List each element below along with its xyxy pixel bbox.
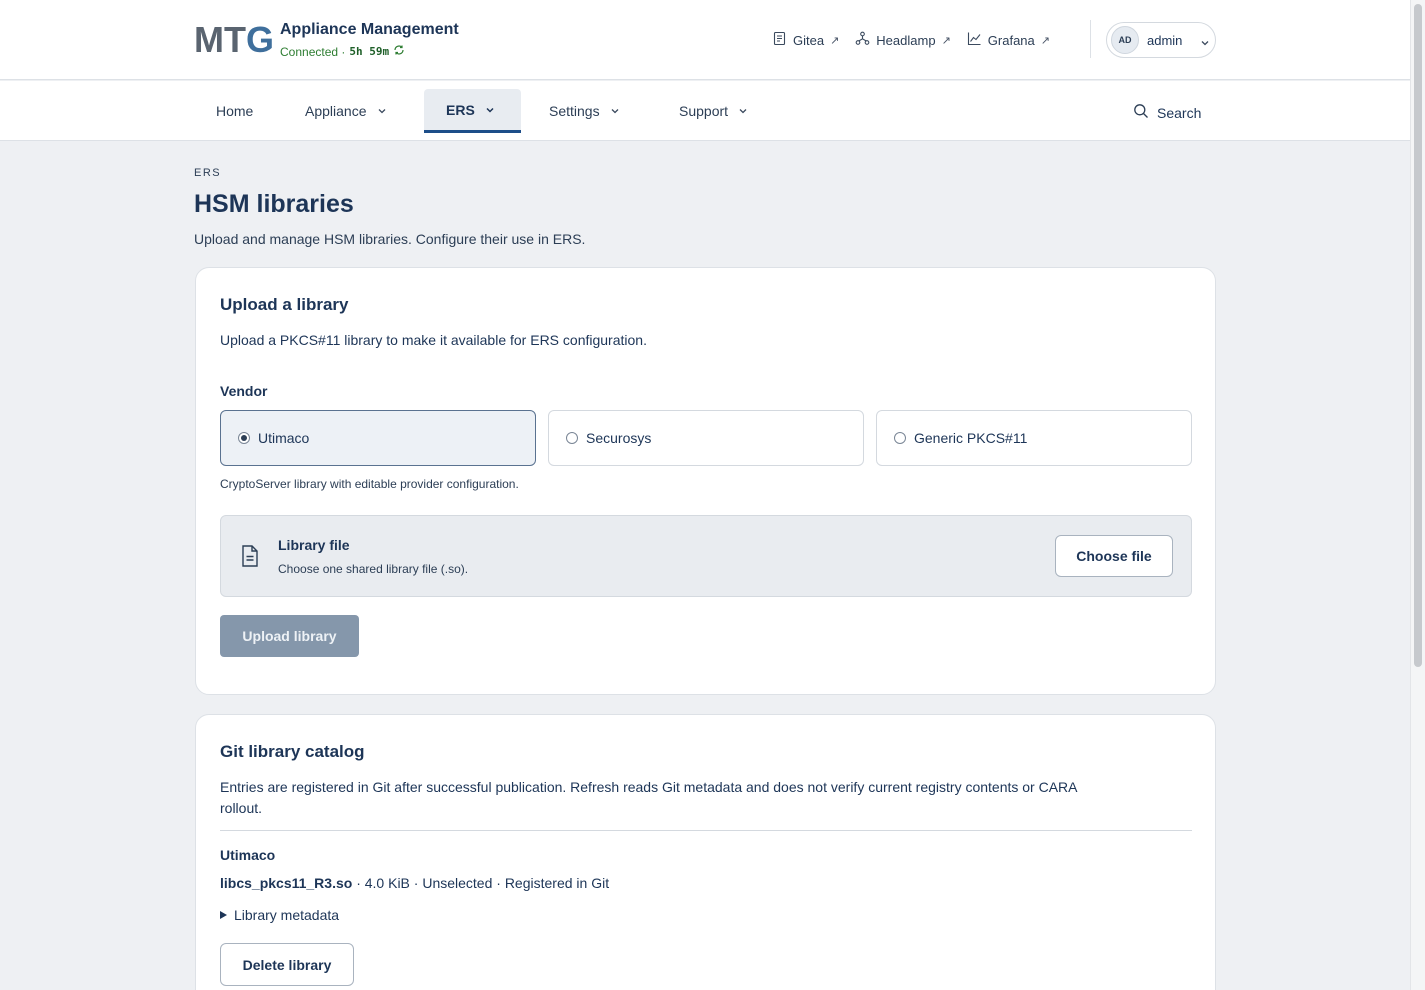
radio-unselected[interactable]: [894, 432, 906, 444]
catalog-description-line-1: Entries are registered in Git after succ…: [220, 779, 1078, 795]
delete-library-button[interactable]: Delete library: [220, 943, 354, 986]
avatar: AD: [1111, 26, 1139, 54]
file-icon: [239, 544, 261, 568]
nav-appliance[interactable]: Appliance: [283, 89, 409, 133]
page-scrollbar[interactable]: [1410, 0, 1425, 990]
choose-file-button[interactable]: Choose file: [1055, 535, 1173, 577]
page-title: HSM libraries: [194, 190, 354, 218]
vendor-label: Vendor: [220, 383, 268, 399]
scrollbar-thumb[interactable]: [1414, 4, 1422, 667]
catalog-vendor-group: Utimaco: [220, 847, 276, 863]
vendor-help-text: CryptoServer library with editable provi…: [220, 477, 519, 491]
chart-icon: [967, 31, 982, 49]
chevron-down-icon: [738, 103, 748, 119]
upload-card-title: Upload a library: [220, 295, 349, 314]
library-file-dropzone: Library file Choose one shared library f…: [220, 515, 1192, 597]
chevron-down-icon: [485, 102, 495, 118]
external-arrow-icon: ↗: [1040, 34, 1050, 47]
external-arrow-icon: ↗: [941, 34, 951, 47]
catalog-description-line-2: rollout.: [220, 800, 263, 816]
grafana-link[interactable]: Grafana ↗: [967, 31, 1050, 49]
headlamp-link[interactable]: Headlamp ↗: [855, 31, 951, 49]
external-arrow-icon: ↗: [830, 34, 840, 47]
catalog-divider: [220, 830, 1192, 831]
user-name: admin: [1147, 32, 1183, 48]
page-subtitle: Upload and manage HSM libraries. Configu…: [194, 231, 586, 247]
upload-card-description: Upload a PKCS#11 library to make it avai…: [220, 332, 647, 348]
search-button[interactable]: Search: [1133, 103, 1201, 122]
gitea-link[interactable]: Gitea ↗: [772, 31, 839, 49]
external-links: Gitea ↗ Headlamp ↗ Grafana ↗: [772, 31, 1050, 49]
disclosure-triangle-icon: [220, 911, 227, 919]
nav-settings[interactable]: Settings: [527, 89, 642, 133]
nav-support[interactable]: Support: [657, 89, 770, 133]
uptime: 5h 59m: [349, 45, 390, 58]
git-library-catalog-card: Git library catalog Entries are register…: [195, 714, 1216, 990]
radio-unselected[interactable]: [566, 432, 578, 444]
connection-label: Connected ·: [280, 44, 346, 59]
chevron-down-icon: [1200, 35, 1210, 46]
nav-ers[interactable]: ERS: [424, 89, 521, 133]
upload-library-button[interactable]: Upload library: [220, 615, 359, 657]
vendor-option-securosys[interactable]: Securosys: [548, 410, 864, 466]
vendor-option-utimaco[interactable]: Utimaco: [220, 410, 536, 466]
top-bar: MTG Appliance Management Connected · 5h …: [0, 0, 1410, 80]
library-file-title: Library file: [278, 537, 350, 553]
library-metadata-toggle[interactable]: Library metadata: [220, 907, 339, 923]
chevron-down-icon: [377, 103, 387, 119]
search-icon: [1133, 103, 1149, 122]
chevron-down-icon: [610, 103, 620, 119]
vendor-option-generic-pkcs11[interactable]: Generic PKCS#11: [876, 410, 1192, 466]
main-nav: Home Appliance ERS Settings Support Sear…: [0, 81, 1410, 141]
user-menu-button[interactable]: AD admin: [1106, 22, 1216, 58]
library-details: · 4.0 KiB · Unselected · Registered in G…: [352, 875, 610, 891]
connection-status: Connected · 5h 59m: [280, 44, 405, 59]
catalog-card-title: Git library catalog: [220, 742, 365, 761]
app-title: Appliance Management: [280, 21, 459, 38]
library-filename: libcs_pkcs11_R3.so: [220, 875, 353, 891]
library-entry: libcs_pkcs11_R3.so · 4.0 KiB · Unselecte…: [220, 875, 609, 891]
nodes-icon: [855, 31, 870, 49]
library-file-hint: Choose one shared library file (.so).: [278, 562, 469, 576]
radio-selected[interactable]: [238, 432, 250, 444]
document-icon: [772, 31, 787, 49]
refresh-icon[interactable]: [393, 44, 405, 59]
header-divider: [1090, 20, 1091, 58]
breadcrumb: ERS: [194, 167, 222, 179]
mtg-logo[interactable]: MTG: [194, 22, 274, 58]
upload-library-card: Upload a library Upload a PKCS#11 librar…: [195, 267, 1216, 695]
nav-home[interactable]: Home: [194, 89, 275, 133]
